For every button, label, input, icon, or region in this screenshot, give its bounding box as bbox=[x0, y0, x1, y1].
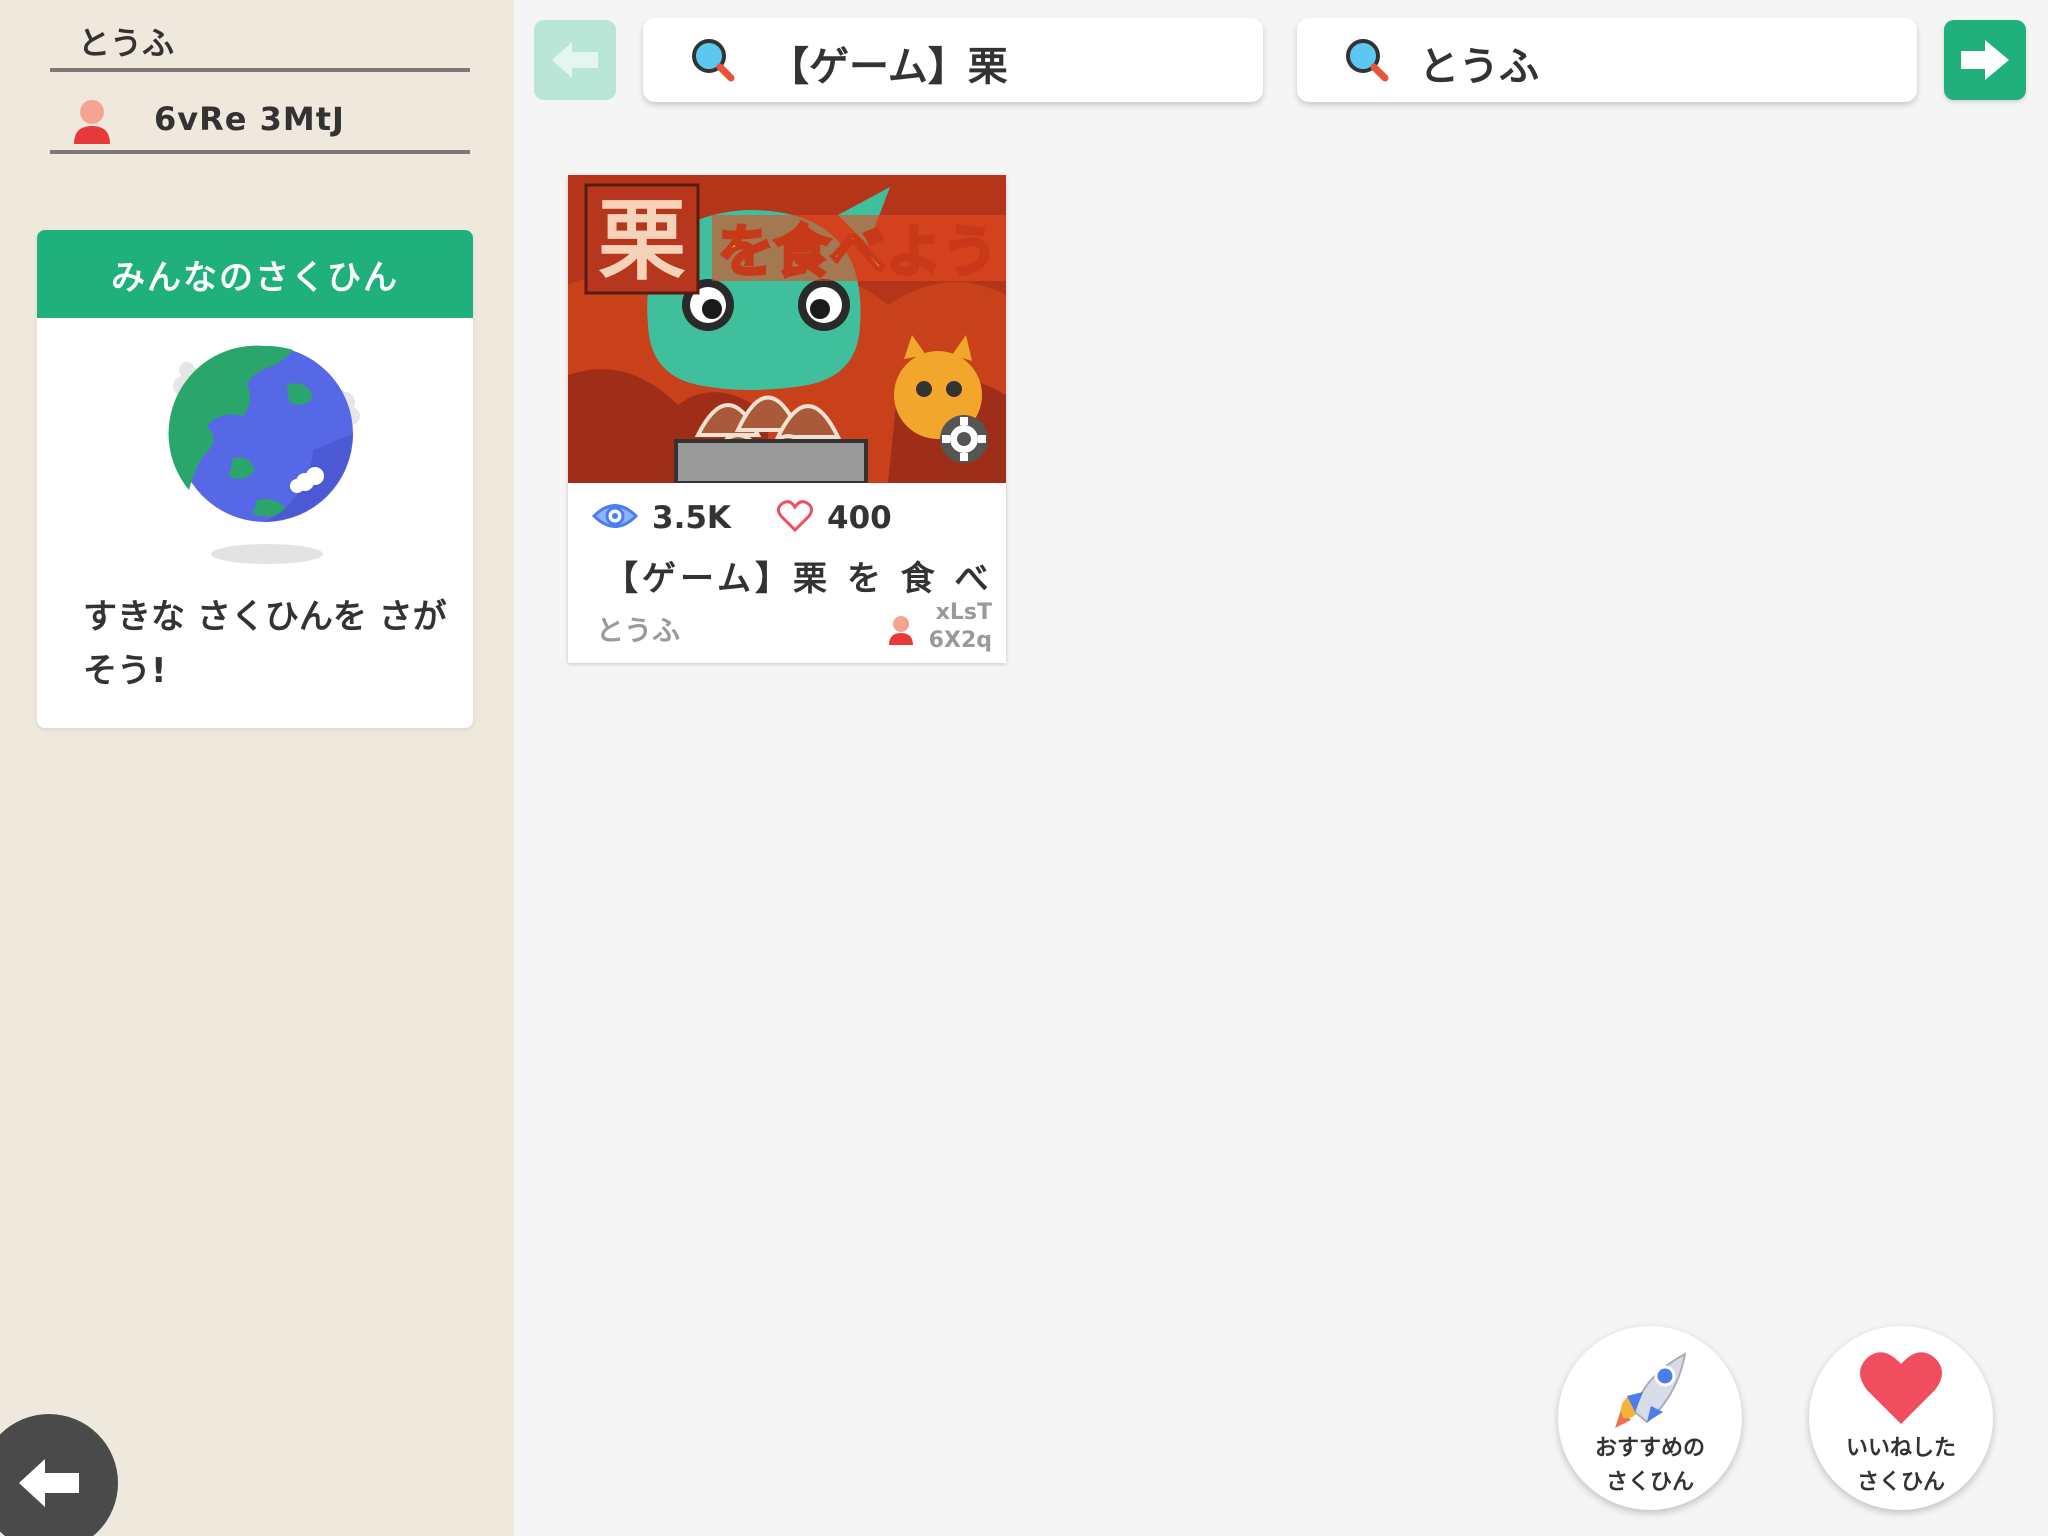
arrow-left-icon bbox=[19, 1459, 79, 1507]
work-user-id-line1: xLsT bbox=[935, 600, 992, 625]
search-icon bbox=[691, 38, 737, 88]
app-root: とうふ 6vRe 3MtJ みんなのさくひん すきな さくひんを さがそう! 【… bbox=[0, 0, 2048, 1536]
search-author-text: とうふ bbox=[1419, 44, 1539, 90]
work-title: 【ゲーム】栗 を 食 べ.. bbox=[604, 559, 994, 599]
search-title-field[interactable]: 【ゲーム】栗 bbox=[643, 18, 1263, 102]
eye-icon bbox=[591, 501, 639, 535]
rocket-icon bbox=[1607, 1348, 1693, 1436]
likes-stat[interactable]: 400 bbox=[776, 500, 892, 536]
views-count: 3.5K bbox=[652, 500, 731, 536]
sidebar: とうふ 6vRe 3MtJ みんなのさくひん すきな さくひんを さがそう! bbox=[0, 0, 514, 1536]
thumb-title-banner: を食べよう bbox=[718, 220, 998, 285]
work-user-id: xLsT 6X2q bbox=[929, 599, 992, 655]
work-author: とうふ bbox=[596, 614, 681, 647]
work-card[interactable]: 栗 を食べよう 3.5K 400 【ゲーム】栗 を 食 べ.. とうふ xLsT… bbox=[568, 175, 1006, 663]
search-author-field[interactable]: とうふ bbox=[1297, 18, 1917, 102]
recommended-works-button[interactable]: おすすめの さくひん bbox=[1558, 1326, 1742, 1510]
work-stats: 3.5K 400 bbox=[591, 500, 992, 540]
everyone-works-header: みんなのさくひん bbox=[37, 230, 473, 318]
search-icon bbox=[1345, 38, 1391, 88]
user-avatar-icon bbox=[888, 615, 914, 649]
thumb-title-big: 栗 bbox=[598, 189, 686, 292]
globe-icon bbox=[137, 340, 377, 584]
arrow-left-icon bbox=[552, 42, 598, 78]
user-id: 6vRe 3MtJ bbox=[154, 100, 345, 138]
liked-works-button[interactable]: いいねした さくひん bbox=[1809, 1326, 1993, 1510]
previous-button[interactable] bbox=[534, 20, 616, 100]
likes-count: 400 bbox=[827, 500, 892, 536]
liked-label-line2: さくひん bbox=[1856, 1470, 1945, 1495]
search-title-text: 【ゲーム】栗 bbox=[769, 44, 1008, 90]
username-row: とうふ bbox=[50, 14, 470, 72]
everyone-works-card[interactable]: みんなのさくひん すきな さくひんを さがそう! bbox=[37, 230, 473, 728]
recommended-label-line1: おすすめの bbox=[1594, 1436, 1705, 1461]
work-thumbnail[interactable]: 栗 を食べよう bbox=[568, 175, 1006, 483]
next-button[interactable] bbox=[1944, 20, 2026, 100]
user-id-row: 6vRe 3MtJ bbox=[50, 90, 470, 154]
user-avatar-icon bbox=[72, 98, 112, 148]
views-stat: 3.5K bbox=[591, 500, 731, 536]
recommended-label-line2: さくひん bbox=[1605, 1470, 1694, 1495]
work-user-id-line2: 6X2q bbox=[928, 628, 992, 653]
back-button[interactable] bbox=[0, 1414, 118, 1536]
arrow-right-icon bbox=[1961, 40, 2009, 80]
liked-label-line1: いいねした bbox=[1845, 1436, 1956, 1461]
heart-outline-icon bbox=[776, 500, 814, 536]
heart-icon bbox=[1859, 1348, 1943, 1430]
everyone-works-description: すきな さくひんを さがそう! bbox=[83, 597, 447, 691]
username: とうふ bbox=[78, 24, 175, 62]
